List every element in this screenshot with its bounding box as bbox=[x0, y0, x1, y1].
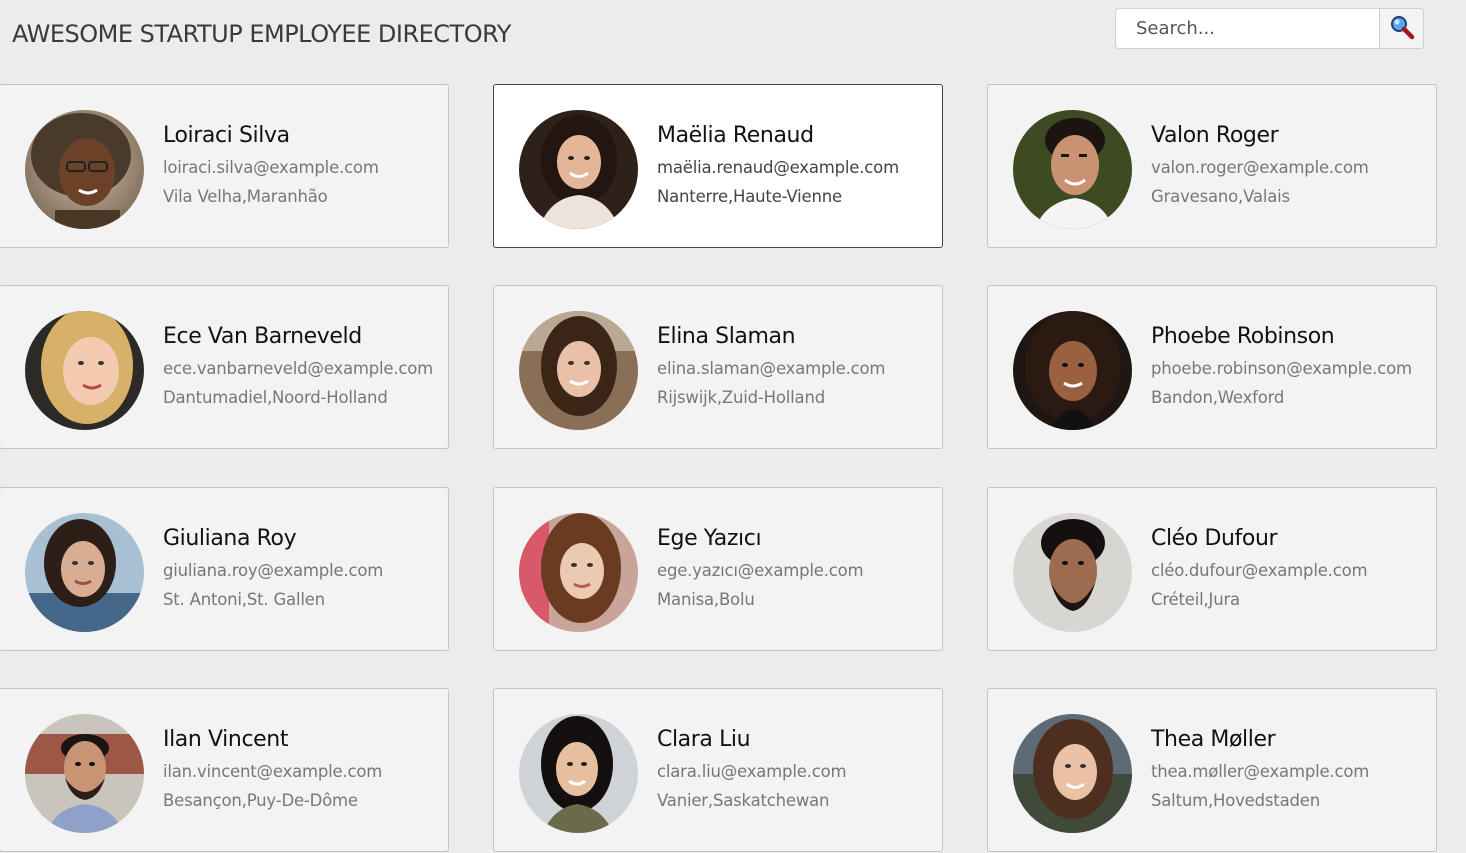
employee-location: Bandon,Wexford bbox=[1151, 388, 1285, 407]
search-button[interactable] bbox=[1379, 8, 1424, 49]
employee-name: Ilan Vincent bbox=[163, 727, 289, 752]
employee-card[interactable]: Phoebe Robinson phoebe.robinson@example.… bbox=[987, 285, 1437, 449]
avatar bbox=[519, 513, 638, 632]
employee-location: Manisa,Bolu bbox=[657, 590, 755, 609]
employee-name: Valon Roger bbox=[1151, 123, 1279, 148]
employee-name: Loiraci Silva bbox=[163, 123, 290, 148]
employee-email: loiraci.silva@example.com bbox=[163, 158, 379, 177]
employee-card[interactable]: Elina Slaman elina.slaman@example.com Ri… bbox=[493, 285, 943, 449]
avatar bbox=[25, 110, 144, 229]
employee-card[interactable]: Giuliana Roy giuliana.roy@example.com St… bbox=[0, 487, 449, 651]
employee-name: Ege Yazıcı bbox=[657, 526, 762, 551]
employee-card[interactable]: Valon Roger valon.roger@example.com Grav… bbox=[987, 84, 1437, 248]
employee-email: cléo.dufour@example.com bbox=[1151, 561, 1368, 580]
avatar bbox=[519, 311, 638, 430]
employee-email: elina.slaman@example.com bbox=[657, 359, 886, 378]
employee-location: Saltum,Hovedstaden bbox=[1151, 791, 1320, 810]
avatar bbox=[1013, 311, 1132, 430]
avatar bbox=[1013, 110, 1132, 229]
employee-email: giuliana.roy@example.com bbox=[163, 561, 384, 580]
employee-location: Vanier,Saskatchewan bbox=[657, 791, 830, 810]
employee-email: phoebe.robinson@example.com bbox=[1151, 359, 1412, 378]
employee-card[interactable]: Loiraci Silva loiraci.silva@example.com … bbox=[0, 84, 449, 248]
employee-card[interactable]: Ege Yazıcı ege.yazıcı@example.com Manisa… bbox=[493, 487, 943, 651]
employee-location: Nanterre,Haute-Vienne bbox=[657, 187, 842, 206]
employee-name: Cléo Dufour bbox=[1151, 526, 1278, 551]
employee-card[interactable]: Clara Liu clara.liu@example.com Vanier,S… bbox=[493, 688, 943, 852]
avatar bbox=[519, 110, 638, 229]
employee-name: Ece Van Barneveld bbox=[163, 324, 362, 349]
employee-name: Thea Møller bbox=[1151, 727, 1276, 752]
employee-email: clara.liu@example.com bbox=[657, 762, 847, 781]
employee-email: ege.yazıcı@example.com bbox=[657, 561, 864, 580]
employee-card[interactable]: Thea Møller thea.møller@example.com Salt… bbox=[987, 688, 1437, 852]
employee-email: ece.vanbarneveld@example.com bbox=[163, 359, 434, 378]
employee-card[interactable]: Cléo Dufour cléo.dufour@example.com Crét… bbox=[987, 487, 1437, 651]
employee-name: Elina Slaman bbox=[657, 324, 796, 349]
employee-email: thea.møller@example.com bbox=[1151, 762, 1370, 781]
magnifier-icon bbox=[1389, 14, 1415, 43]
search-input[interactable] bbox=[1115, 8, 1379, 49]
employee-name: Maëlia Renaud bbox=[657, 123, 814, 148]
employee-email: maëlia.renaud@example.com bbox=[657, 158, 899, 177]
avatar bbox=[25, 714, 144, 833]
employee-name: Phoebe Robinson bbox=[1151, 324, 1335, 349]
employee-card[interactable]: Maëlia Renaud maëlia.renaud@example.com … bbox=[493, 84, 943, 248]
employee-email: ilan.vincent@example.com bbox=[163, 762, 383, 781]
employee-location: Vila Velha,Maranhão bbox=[163, 187, 328, 206]
employee-card[interactable]: Ilan Vincent ilan.vincent@example.com Be… bbox=[0, 688, 449, 852]
employee-location: Gravesano,Valais bbox=[1151, 187, 1290, 206]
employee-email: valon.roger@example.com bbox=[1151, 158, 1369, 177]
page-title: AWESOME STARTUP EMPLOYEE DIRECTORY bbox=[12, 20, 511, 48]
employee-location: Rijswijk,Zuid-Holland bbox=[657, 388, 825, 407]
employee-card[interactable]: Ece Van Barneveld ece.vanbarneveld@examp… bbox=[0, 285, 449, 449]
avatar bbox=[519, 714, 638, 833]
avatar bbox=[1013, 714, 1132, 833]
employee-location: St. Antoni,St. Gallen bbox=[163, 590, 325, 609]
avatar bbox=[1013, 513, 1132, 632]
employee-location: Dantumadiel,Noord-Holland bbox=[163, 388, 388, 407]
employee-name: Giuliana Roy bbox=[163, 526, 297, 551]
employee-location: Besançon,Puy-De-Dôme bbox=[163, 791, 358, 810]
employee-location: Créteil,Jura bbox=[1151, 590, 1240, 609]
avatar bbox=[25, 311, 144, 430]
employee-name: Clara Liu bbox=[657, 727, 751, 752]
avatar bbox=[25, 513, 144, 632]
search-bar bbox=[1115, 8, 1424, 49]
